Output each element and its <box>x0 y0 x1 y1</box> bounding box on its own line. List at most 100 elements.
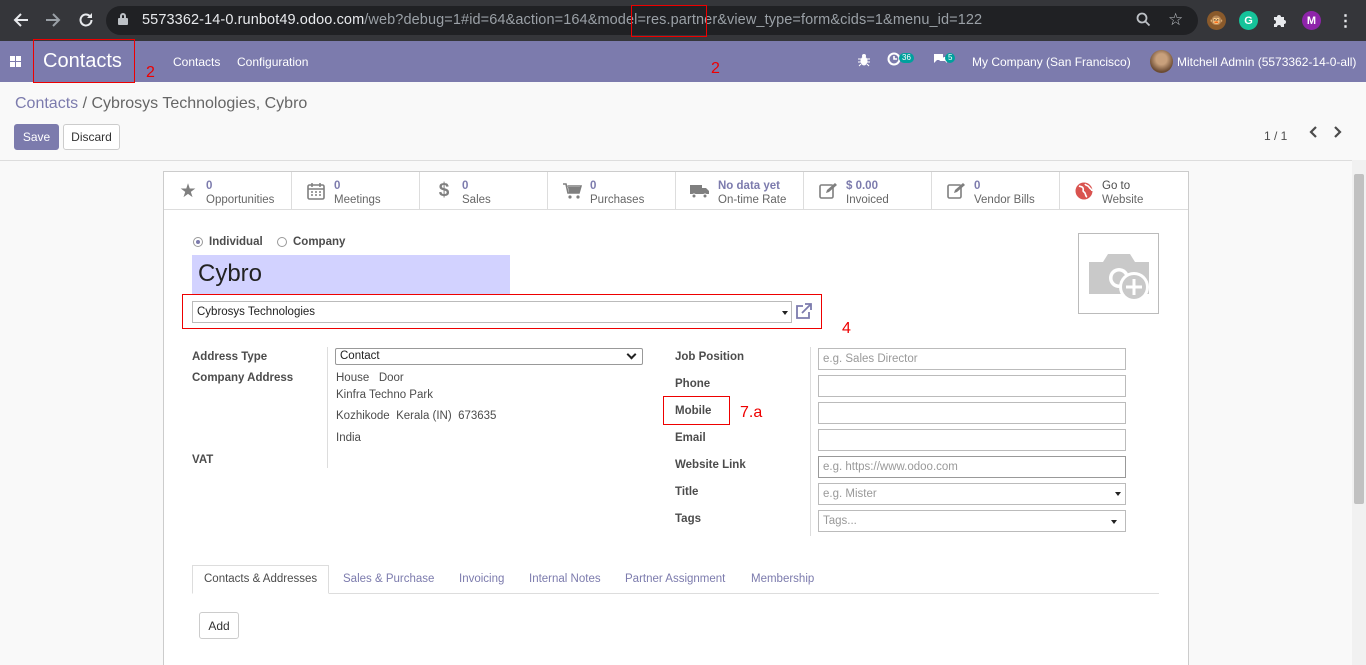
tab-contacts-addresses[interactable]: Contacts & Addresses <box>192 565 330 594</box>
annotation-box-mobile <box>663 396 730 425</box>
radio-individual[interactable]: Individual <box>193 236 263 248</box>
calendar-icon <box>306 181 326 201</box>
breadcrumb: Contacts / Cybrosys Technologies, Cybro <box>15 95 307 113</box>
chevron-down-icon <box>626 349 637 360</box>
pager-value[interactable]: 1 / 1 <box>1264 129 1287 143</box>
address-street2[interactable]: Kinfra Techno Park <box>336 389 433 401</box>
stat-value: 0 <box>206 180 213 192</box>
address-type-value: Contact <box>340 350 380 362</box>
zoom-icon[interactable] <box>1136 12 1151 31</box>
camera-plus-icon <box>1089 254 1149 302</box>
activity-count-badge: 36 <box>899 53 914 63</box>
stat-ontime-rate[interactable]: No data yet On-time Rate <box>676 172 804 210</box>
tags-input[interactable]: Tags... <box>818 510 1126 532</box>
message-count-badge: 5 <box>945 53 956 63</box>
edit-icon <box>818 181 838 201</box>
menu-contacts[interactable]: Contacts <box>173 55 220 69</box>
annotation-box-model <box>631 5 707 37</box>
stat-label: Vendor Bills <box>974 194 1035 206</box>
address-type-label: Address Type <box>192 351 268 363</box>
forward-arrow-icon[interactable] <box>42 9 64 31</box>
stat-value: $ 0.00 <box>846 180 878 192</box>
globe-icon <box>1074 181 1094 201</box>
menu-configuration[interactable]: Configuration <box>237 55 308 69</box>
phone-input[interactable] <box>818 375 1126 397</box>
job-position-input[interactable]: e.g. Sales Director <box>818 348 1126 370</box>
tab-invoicing[interactable]: Invoicing <box>459 565 504 594</box>
caret-down-icon[interactable] <box>1111 520 1117 524</box>
annotation-number-company: 4 <box>842 320 851 337</box>
pager-next-icon[interactable] <box>1333 125 1343 144</box>
left-group-divider <box>327 347 328 468</box>
save-button[interactable]: Save <box>14 124 59 150</box>
radio-company-indicator[interactable] <box>277 237 287 247</box>
tab-sales-purchase[interactable]: Sales & Purchase <box>343 565 434 594</box>
cart-icon <box>562 181 582 201</box>
user-avatar[interactable] <box>1150 50 1173 73</box>
mobile-input[interactable] <box>818 402 1126 424</box>
contact-photo-placeholder[interactable] <box>1078 233 1159 314</box>
address-city-state-zip[interactable]: Kozhikode Kerala (IN) 673635 <box>336 410 496 422</box>
puzzle-icon[interactable] <box>1270 11 1289 30</box>
kebab-menu-icon[interactable]: ⋮ <box>1336 11 1355 30</box>
website-input[interactable]: e.g. https://www.odoo.com <box>818 456 1126 478</box>
vat-label: VAT <box>192 454 214 466</box>
stat-value: 0 <box>462 180 469 192</box>
address-country[interactable]: India <box>336 432 361 444</box>
company-switcher[interactable]: My Company (San Francisco) <box>972 55 1131 69</box>
add-button[interactable]: Add <box>199 612 239 639</box>
breadcrumb-current: Cybrosys Technologies, Cybro <box>91 95 308 112</box>
radio-company-label: Company <box>293 236 346 248</box>
breadcrumb-separator: / <box>82 95 88 112</box>
scrollbar-thumb[interactable] <box>1354 174 1364 504</box>
grammarly-icon[interactable]: G <box>1239 11 1258 30</box>
address-type-select[interactable]: Contact <box>335 348 643 365</box>
breadcrumb-contacts[interactable]: Contacts <box>15 95 78 112</box>
email-input[interactable] <box>818 429 1126 451</box>
tab-membership[interactable]: Membership <box>751 565 814 594</box>
reload-icon[interactable] <box>75 9 97 31</box>
notebook-tabs: Contacts & Addresses Sales & Purchase In… <box>192 565 1159 594</box>
extension-monkey-icon[interactable]: 🐵 <box>1207 11 1226 30</box>
title-placeholder: e.g. Mister <box>823 488 877 500</box>
stat-go-to-website[interactable]: Go to Website <box>1060 172 1188 210</box>
tab-internal-notes[interactable]: Internal Notes <box>529 565 601 594</box>
discard-button[interactable]: Discard <box>63 124 120 150</box>
stat-label: Opportunities <box>206 194 275 206</box>
stat-purchases[interactable]: 0 Purchases <box>548 172 676 210</box>
name-input[interactable]: Cybro <box>192 255 510 295</box>
radio-company[interactable]: Company <box>277 236 345 248</box>
title-label: Title <box>675 486 699 498</box>
dollar-icon: $ <box>438 180 450 201</box>
tab-partner-assignment[interactable]: Partner Assignment <box>625 565 725 594</box>
back-arrow-icon[interactable] <box>10 9 32 31</box>
truck-icon <box>690 181 710 201</box>
radio-individual-label: Individual <box>209 236 263 248</box>
stat-sales[interactable]: $ 0 Sales <box>420 172 548 210</box>
caret-down-icon[interactable] <box>1115 492 1121 496</box>
stat-value: 0 <box>334 180 341 192</box>
phone-label: Phone <box>675 378 711 390</box>
annotation-number-model: 2 <box>711 60 720 77</box>
bug-icon[interactable] <box>858 53 870 70</box>
edit-icon <box>946 181 966 201</box>
scrollbar[interactable] <box>1352 160 1366 665</box>
user-menu[interactable]: Mitchell Admin (5573362-14-0-all) <box>1177 55 1356 69</box>
bookmark-star-icon[interactable]: ☆ <box>1168 10 1183 30</box>
address-street[interactable]: House Door <box>336 372 404 384</box>
annotation-box-company-field <box>182 294 822 329</box>
radio-individual-indicator[interactable] <box>193 237 203 247</box>
stat-opportunities[interactable]: ★ 0 Opportunities <box>164 172 292 210</box>
stat-meetings[interactable]: 0 Meetings <box>292 172 420 210</box>
pager-previous-icon[interactable] <box>1308 125 1318 144</box>
profile-avatar-icon[interactable]: M <box>1302 11 1321 30</box>
annotation-number-mobile: 7.a <box>740 404 763 421</box>
apps-grid-icon[interactable] <box>10 56 21 67</box>
stat-label: Website <box>1102 194 1144 206</box>
right-group-divider <box>810 347 811 536</box>
star-icon: ★ <box>179 180 197 202</box>
stat-invoiced[interactable]: $ 0.00 Invoiced <box>804 172 932 210</box>
title-select[interactable]: e.g. Mister <box>818 483 1126 505</box>
stat-vendor-bills[interactable]: 0 Vendor Bills <box>932 172 1060 210</box>
stat-label: Sales <box>462 194 491 206</box>
